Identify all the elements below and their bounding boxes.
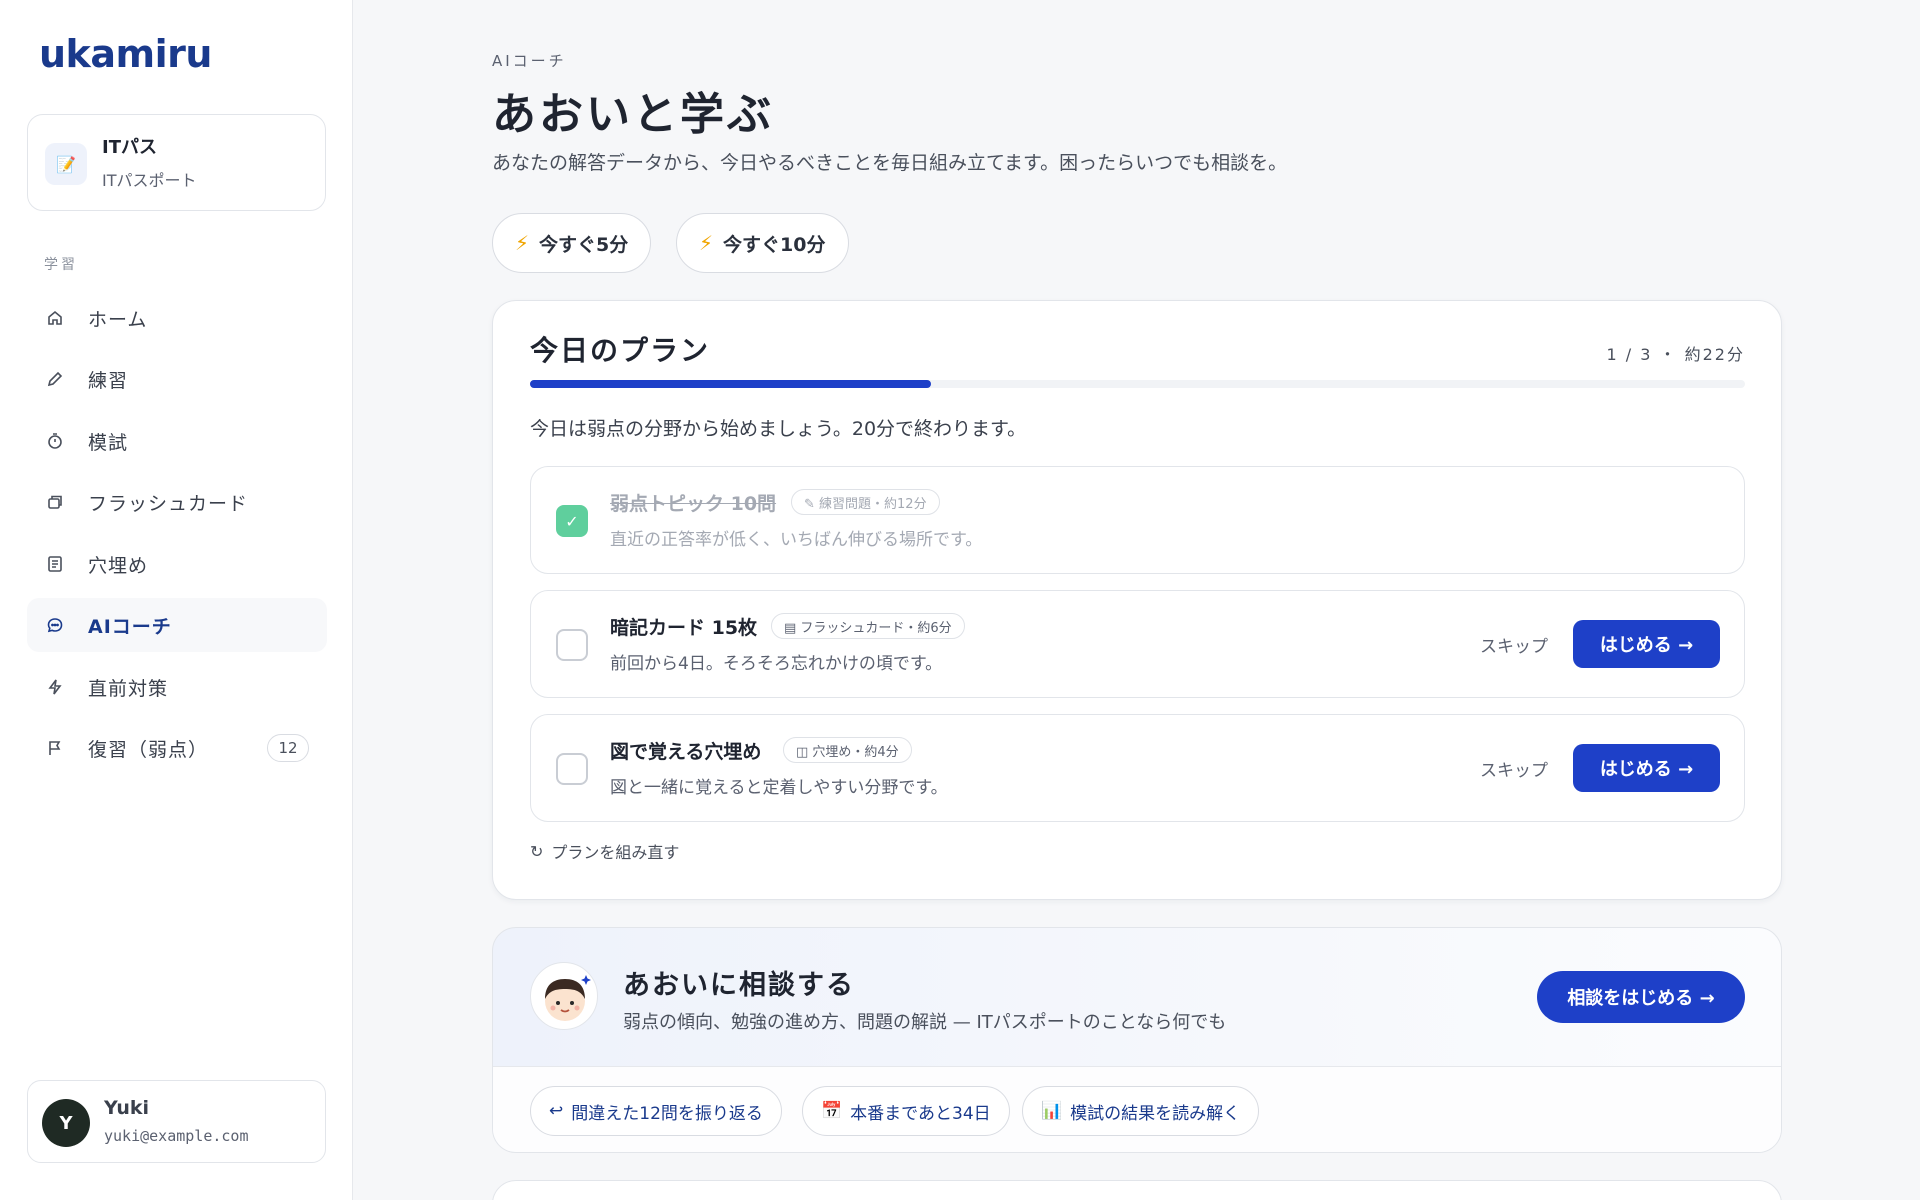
sidebar-item-label: 穴埋め: [88, 554, 149, 577]
task-checkbox[interactable]: [556, 753, 588, 785]
home-icon: [48, 310, 62, 325]
plan-task: ✓ 弱点トピック 10問 ✎ 練習問題・約12分 直近の正答率が低く、いちばん伸…: [530, 466, 1745, 574]
next-section-card: [492, 1180, 1782, 1200]
page-eyebrow: AIコーチ: [492, 52, 567, 70]
task-description: 前回から4日。そろそろ忘れかけの頃です。: [610, 654, 943, 674]
timer-icon: [48, 433, 62, 449]
page-title: あおいと学ぶ: [492, 89, 774, 140]
sidebar-item-mock-exam[interactable]: 模試: [27, 414, 327, 468]
sidebar-item-review-weak[interactable]: 復習（弱点） 12: [27, 721, 327, 775]
app-logo[interactable]: ukamiru: [39, 32, 212, 76]
suggestion-chip-exam-countdown[interactable]: 📅 本番まであと34日: [802, 1086, 1010, 1136]
nav-section-label: 学習: [44, 257, 78, 273]
bolt-icon: [48, 679, 62, 695]
sidebar-item-label: 直前対策: [88, 677, 169, 700]
task-tag: ◫ 穴埋め・約4分: [783, 737, 912, 763]
sidebar-item-home[interactable]: ホーム: [27, 291, 327, 345]
chart-icon: 📊: [1041, 1101, 1063, 1121]
chip-label: 間違えた12問を振り返る: [571, 1103, 763, 1124]
task-title: 暗記カード 15枚: [610, 617, 758, 639]
plan-intro: 今日は弱点の分野から始めましょう。20分で終わります。: [530, 418, 1027, 440]
chat-icon: [47, 618, 63, 633]
suggestion-chip-mock-results[interactable]: 📊 模試の結果を読み解く: [1022, 1086, 1260, 1136]
bolt-icon: ⚡: [699, 231, 714, 255]
task-description: 図と一緒に覚えると定着しやすい分野です。: [610, 778, 948, 798]
replan-label: プランを組み直す: [551, 843, 680, 862]
sidebar-item-flashcards[interactable]: フラッシュカード: [27, 475, 327, 529]
task-tag: ✎ 練習問題・約12分: [791, 489, 940, 515]
task-checkbox[interactable]: ✓: [556, 505, 588, 537]
sidebar-item-label: フラッシュカード: [88, 492, 249, 515]
calendar-icon: 📅: [821, 1101, 843, 1121]
replan-button[interactable]: ↻ プランを組み直す: [530, 839, 679, 863]
task-checkbox[interactable]: [556, 629, 588, 661]
page-description: あなたの解答データから、今日やるべきことを毎日組み立てます。困ったらいつでも相談…: [492, 152, 1288, 174]
consult-title: あおいに相談する: [623, 970, 855, 1001]
pencil-icon: [47, 371, 63, 387]
course-subtitle: ITパスポート: [102, 171, 197, 190]
sidebar-item-fill-blank[interactable]: 穴埋め: [27, 537, 327, 591]
skip-button[interactable]: スキップ: [1480, 632, 1548, 657]
quick-button-label: 今すぐ10分: [723, 233, 826, 256]
skip-button[interactable]: スキップ: [1480, 756, 1548, 781]
plan-task: 暗記カード 15枚 ▤ フラッシュカード・約6分 前回から4日。そろそろ忘れかけ…: [530, 590, 1745, 698]
course-title: ITパス: [102, 137, 157, 158]
user-name: Yuki: [104, 1097, 150, 1119]
return-icon: ↩: [549, 1101, 564, 1121]
task-description: 直近の正答率が低く、いちばん伸びる場所です。: [610, 530, 983, 550]
suggestion-chip-review-mistakes[interactable]: ↩ 間違えた12問を振り返る: [530, 1086, 782, 1136]
consult-description: 弱点の傾向、勉強の進め方、問題の解説 — ITパスポートのことなら何でも: [623, 1012, 1227, 1033]
cards-icon: [48, 495, 62, 509]
document-icon: [48, 556, 62, 572]
coach-avatar: [530, 962, 598, 1030]
check-icon: ✓: [565, 511, 579, 531]
quick-10min-button[interactable]: ⚡ 今すぐ10分: [676, 213, 849, 273]
review-count-badge: 12: [267, 734, 309, 762]
flag-icon: [49, 741, 61, 755]
refresh-icon: ↻: [530, 841, 544, 861]
start-consult-button[interactable]: 相談をはじめる →: [1537, 971, 1745, 1023]
course-selector[interactable]: 📝 ITパス ITパスポート: [27, 114, 326, 211]
quick-5min-button[interactable]: ⚡ 今すぐ5分: [492, 213, 652, 273]
sidebar: ukamiru 📝 ITパス ITパスポート 学習 ホーム 練習 模試 フラッシ…: [0, 0, 353, 1200]
sidebar-item-label: 模試: [88, 431, 129, 454]
bolt-icon: ⚡: [515, 231, 530, 255]
chip-label: 本番まであと34日: [850, 1103, 991, 1124]
plan-progress-meta: 1 / 3 ・ 約22分: [1606, 345, 1745, 364]
avatar: Y: [42, 1099, 90, 1147]
sidebar-item-label: ホーム: [88, 308, 148, 331]
user-profile-card[interactable]: Y Yuki yuki@example.com: [27, 1080, 326, 1163]
sidebar-item-label: 復習（弱点）: [88, 738, 209, 761]
sidebar-item-practice[interactable]: 練習: [27, 352, 327, 406]
daily-plan-card: 今日のプラン 1 / 3 ・ 約22分 今日は弱点の分野から始めましょう。20分…: [492, 300, 1782, 900]
plan-progress-fill: [530, 380, 931, 388]
task-title: 弱点トピック 10問: [610, 493, 777, 515]
task-title: 図で覚える穴埋め: [610, 741, 762, 763]
chip-label: 模試の結果を読み解く: [1070, 1103, 1241, 1124]
sidebar-item-label: AIコーチ: [88, 615, 172, 638]
start-button[interactable]: はじめる →: [1573, 744, 1720, 792]
plan-task: 図で覚える穴埋め ◫ 穴埋め・約4分 図と一緒に覚えると定着しやすい分野です。 …: [530, 714, 1745, 822]
sidebar-item-ai-coach[interactable]: AIコーチ: [27, 598, 327, 652]
memo-icon: 📝: [45, 143, 87, 185]
consult-card: あおいに相談する 弱点の傾向、勉強の進め方、問題の解説 — ITパスポートのこと…: [492, 927, 1782, 1153]
plan-progress-bar: [530, 380, 1745, 388]
coach-face-icon: [545, 975, 591, 1021]
sidebar-item-label: 練習: [88, 369, 129, 392]
sidebar-item-final-prep[interactable]: 直前対策: [27, 660, 327, 714]
start-button[interactable]: はじめる →: [1573, 620, 1720, 668]
plan-title: 今日のプラン: [530, 334, 711, 367]
user-email: yuki@example.com: [104, 1127, 249, 1145]
quick-button-label: 今すぐ5分: [539, 233, 629, 256]
task-tag: ▤ フラッシュカード・約6分: [771, 613, 965, 639]
